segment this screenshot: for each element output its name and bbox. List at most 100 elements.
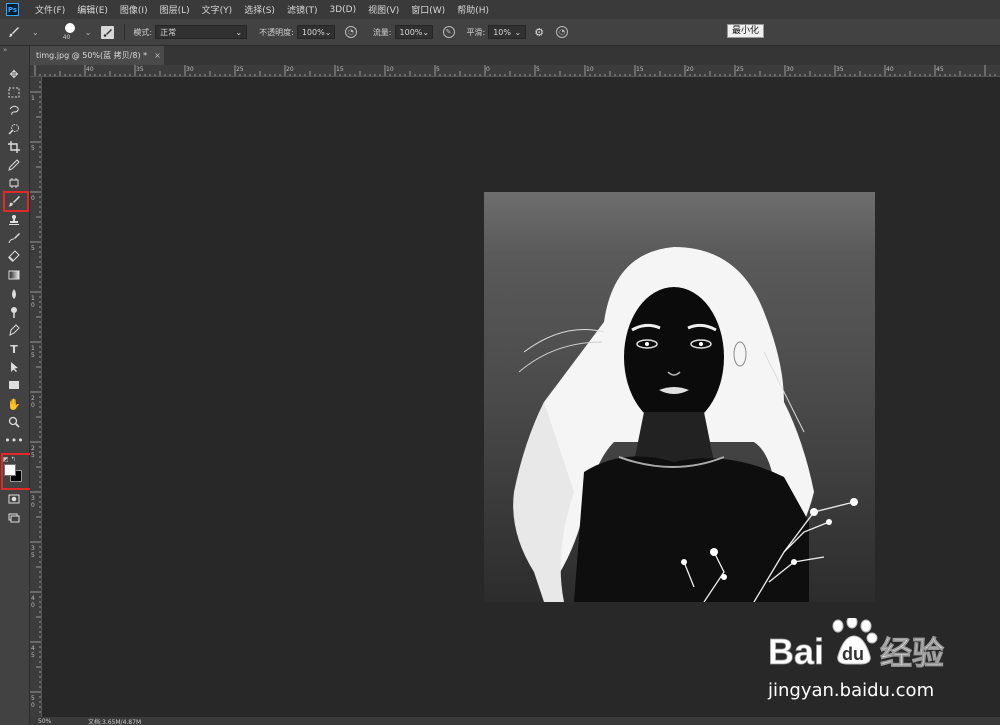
lasso-tool-icon[interactable] — [5, 102, 23, 118]
tools-panel: » ✥ T ✋ ••• ◩ ↰ — [0, 46, 35, 725]
hand-tool-icon[interactable]: ✋ — [5, 396, 23, 412]
chevron-down-icon[interactable]: ⌄ — [32, 28, 39, 37]
ruler-label: 0 — [486, 66, 490, 73]
foreground-color-swatch[interactable] — [4, 464, 16, 476]
photoshop-logo: Ps — [6, 3, 19, 16]
brush-icon — [9, 27, 19, 37]
menu-image[interactable]: 图像(I) — [114, 3, 154, 16]
ruler-label: 5 — [31, 552, 35, 559]
baidu-brand-lead: Bai — [768, 631, 824, 672]
ruler-label: 1 — [31, 345, 35, 352]
ruler-label: 3 — [31, 495, 35, 502]
ruler-label: 5 — [31, 452, 35, 459]
ruler-label: 45 — [936, 66, 944, 73]
vertical-ruler[interactable]: 1 5 0 5 1 0 1 5 2 0 2 5 3 0 3 5 4 0 4 5 … — [30, 77, 42, 717]
menu-file[interactable]: 文件(F) — [29, 3, 71, 16]
chevron-down-icon: ⌄ — [324, 27, 332, 37]
document-info[interactable]: 文档:3.65M/4.87M — [88, 717, 141, 725]
brush-preset-picker[interactable]: 40 — [61, 21, 81, 43]
ruler-label: 5 — [31, 245, 35, 252]
brush-tool-highlight — [3, 191, 29, 212]
jingyan-brand-tail: 经验 — [880, 634, 944, 672]
airbrush-icon[interactable]: ✎ — [442, 26, 455, 38]
rectangle-tool-icon[interactable] — [5, 377, 23, 393]
baidu-logo-icon: Bai du 经验 — [768, 615, 944, 672]
gear-icon[interactable]: ⚙ — [534, 26, 544, 39]
baidu-jingyan-watermark: Bai du 经验 jingyan.baidu.com — [768, 615, 998, 708]
marquee-tool-icon[interactable] — [5, 84, 23, 100]
ruler-label: 5 — [31, 695, 35, 702]
menu-3d[interactable]: 3D(D) — [323, 5, 362, 15]
path-select-tool-icon[interactable] — [5, 359, 23, 375]
ruler-label: 2 — [31, 445, 35, 452]
pen-tool-icon[interactable] — [5, 322, 23, 338]
more-tools-icon[interactable]: ••• — [4, 432, 23, 448]
menu-filter[interactable]: 滤镜(T) — [281, 3, 324, 16]
quick-select-tool-icon[interactable] — [5, 121, 23, 137]
dodge-tool-icon[interactable] — [5, 304, 23, 320]
menu-view[interactable]: 视图(V) — [362, 3, 405, 16]
status-bar: 50% 文档:3.65M/4.87M — [30, 717, 1000, 725]
photoshop-window: Ps 文件(F) 编辑(E) 图像(I) 图层(L) 文字(Y) 选择(S) 滤… — [0, 0, 1000, 725]
ruler-label: 40 — [886, 66, 894, 73]
pressure-opacity-icon[interactable]: ◔ — [344, 26, 357, 38]
ruler-label: 35 — [136, 66, 144, 73]
eyedropper-tool-icon[interactable] — [5, 157, 23, 173]
history-brush-tool-icon[interactable] — [5, 230, 23, 246]
zoom-tool-icon[interactable] — [5, 414, 23, 430]
smoothing-value: 10% — [493, 27, 511, 37]
pressure-size-icon[interactable]: ◔ — [556, 26, 569, 38]
menu-help[interactable]: 帮助(H) — [451, 3, 495, 16]
type-tool-icon[interactable]: T — [5, 341, 23, 357]
close-icon[interactable]: × — [154, 51, 161, 60]
brush-panel-icon — [104, 28, 113, 37]
menu-layer[interactable]: 图层(L) — [154, 3, 196, 16]
brush-settings-panel-button[interactable] — [101, 25, 115, 39]
screen-mode-icon[interactable] — [5, 510, 23, 526]
ruler-label: 1 — [31, 295, 35, 302]
ruler-label: 0 — [31, 502, 35, 509]
menu-bar: Ps 文件(F) 编辑(E) 图像(I) 图层(L) 文字(Y) 选择(S) 滤… — [0, 0, 1000, 19]
frame-tool-icon[interactable] — [5, 175, 23, 191]
ruler-label: 2 — [31, 395, 35, 402]
blur-tool-icon[interactable] — [5, 286, 23, 302]
ruler-label: 3 — [31, 545, 35, 552]
horizontal-ruler[interactable]: 40 35 30 25 20 15 10 5 0 5 10 15 20 25 3… — [30, 65, 1000, 77]
ruler-label: 30 — [186, 66, 194, 73]
ruler-label: 15 — [636, 66, 644, 73]
brush-size-label: 40 — [62, 34, 71, 41]
chevron-down-icon: ⌄ — [235, 27, 243, 37]
tool-preset-picker[interactable] — [0, 19, 28, 46]
quick-mask-icon[interactable] — [5, 491, 23, 507]
menu-type[interactable]: 文字(Y) — [196, 3, 239, 16]
flow-value: 100% — [399, 27, 423, 37]
ruler-label: 5 — [31, 652, 35, 659]
ruler-label: 25 — [236, 66, 244, 73]
move-tool-icon[interactable]: ✥ — [5, 66, 23, 82]
chevron-down-icon: ⌄ — [514, 27, 522, 37]
ruler-label: 5 — [436, 66, 440, 73]
opacity-value: 100% — [301, 27, 325, 37]
stamp-tool-icon[interactable] — [5, 212, 23, 228]
flow-input[interactable]: 100% ⌄ — [394, 25, 433, 39]
ruler-label: 10 — [386, 66, 394, 73]
mode-select[interactable]: 正常 ⌄ — [155, 25, 248, 39]
document-image[interactable] — [484, 192, 875, 602]
chevron-down-icon[interactable]: ⌄ — [85, 28, 92, 37]
gradient-tool-icon[interactable] — [5, 267, 23, 283]
ruler-label: 0 — [31, 402, 35, 409]
opacity-input[interactable]: 100% ⌄ — [296, 25, 335, 39]
smoothing-input[interactable]: 10% ⌄ — [488, 25, 527, 39]
ruler-label: 5 — [536, 66, 540, 73]
zoom-level[interactable]: 50% — [38, 718, 68, 725]
menu-select[interactable]: 选择(S) — [238, 3, 281, 16]
ruler-label: 0 — [31, 602, 35, 609]
ruler-label: 25 — [736, 66, 744, 73]
collapse-panel-icon[interactable]: » — [3, 46, 7, 54]
menu-window[interactable]: 窗口(W) — [405, 3, 451, 16]
crop-tool-icon[interactable] — [5, 139, 23, 155]
ruler-label: 4 — [31, 645, 35, 652]
eraser-tool-icon[interactable] — [5, 248, 23, 264]
menu-edit[interactable]: 编辑(E) — [71, 3, 114, 16]
document-tab[interactable]: timg.jpg @ 50%(蓝 拷贝/8) * × — [30, 46, 164, 65]
